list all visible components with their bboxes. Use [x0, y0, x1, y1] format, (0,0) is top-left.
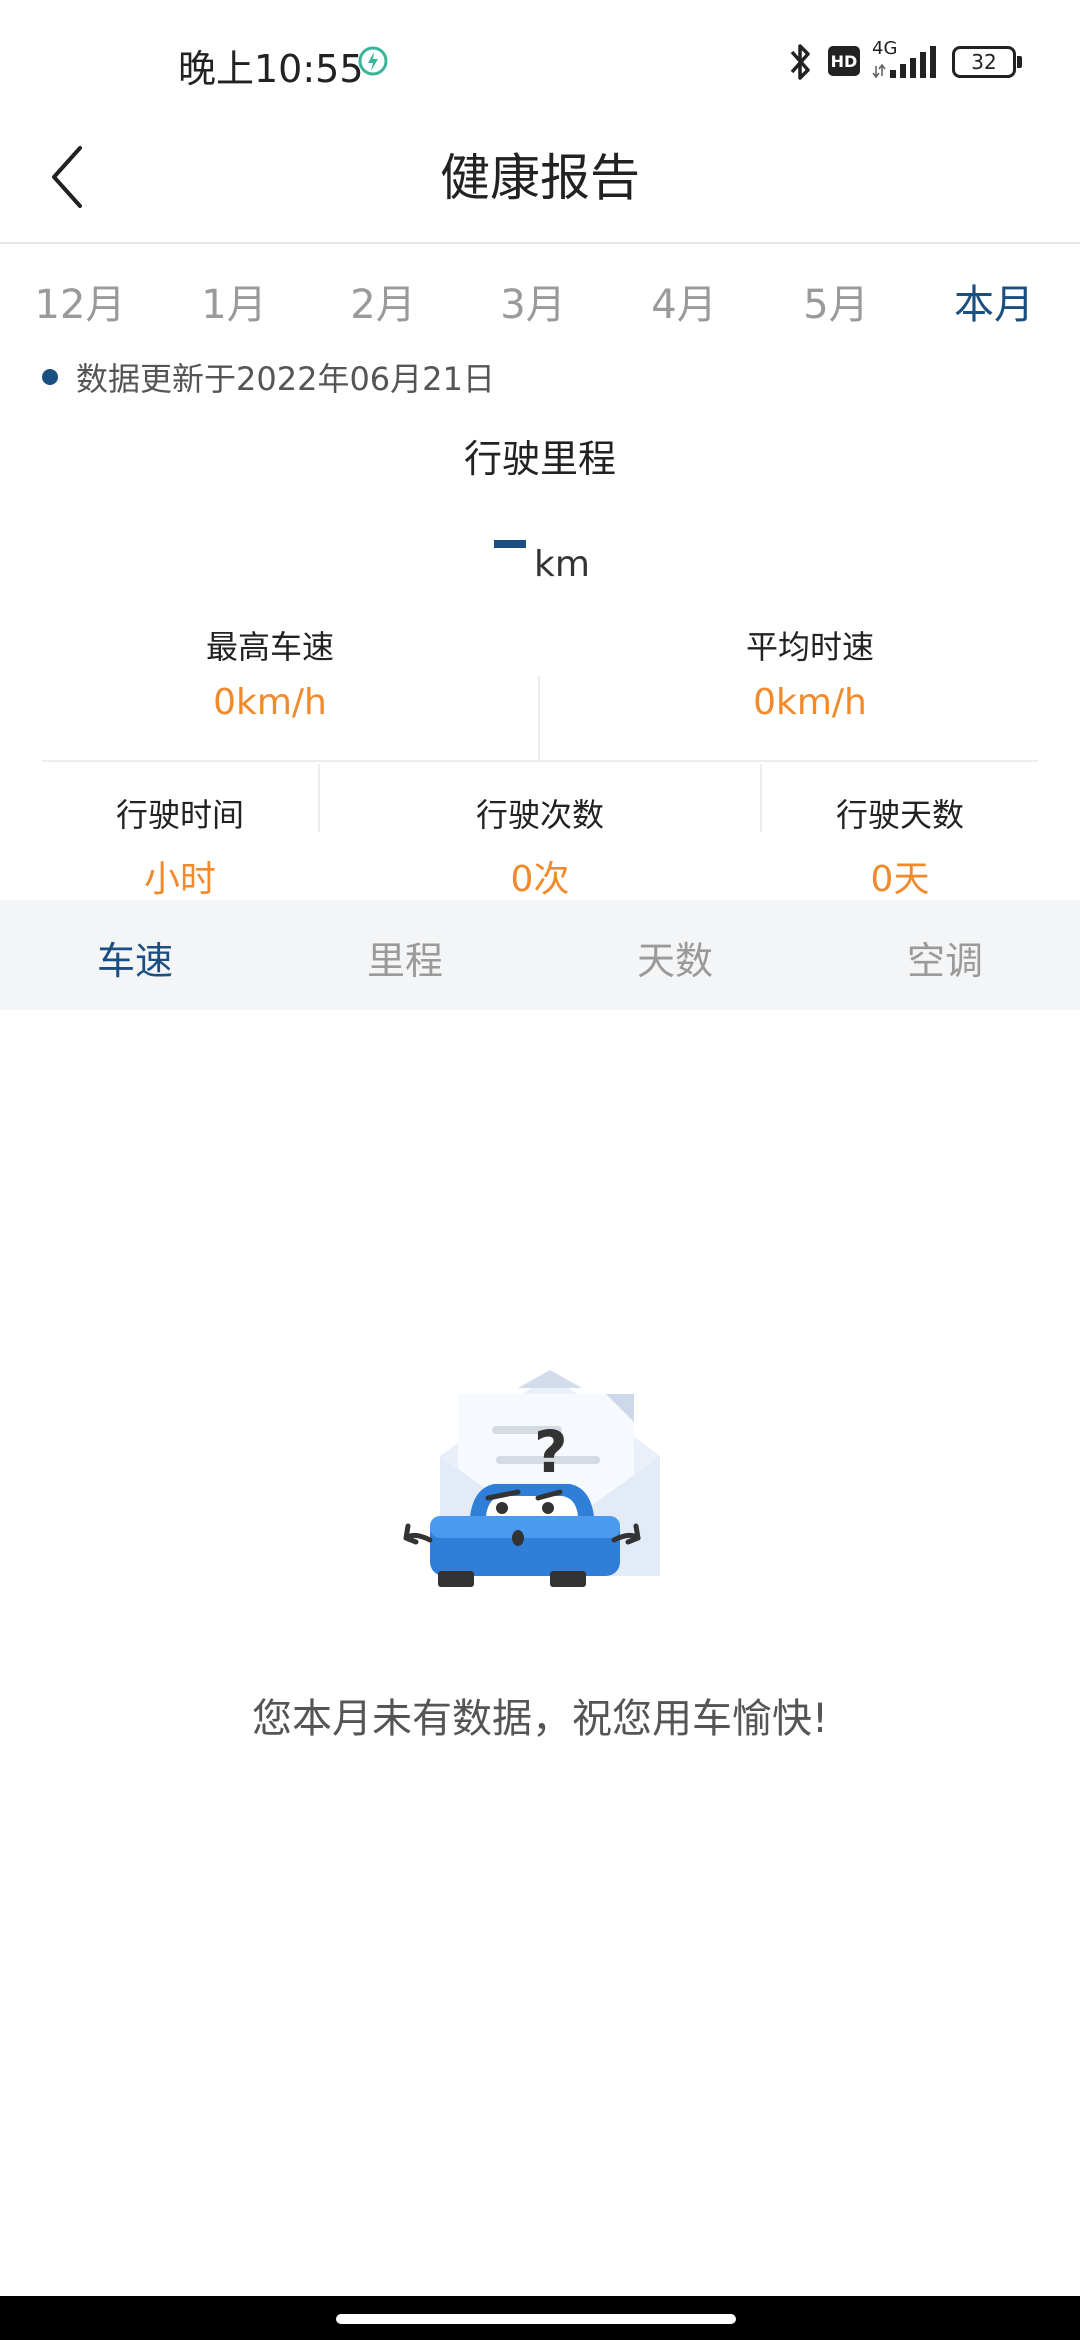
status-bar: 晚上10:55 HD 4G 32	[0, 0, 1080, 120]
stat-value: 0km/h	[213, 682, 327, 723]
mileage-value-empty	[494, 540, 526, 548]
system-nav-bar	[0, 2296, 1080, 2340]
stat-label: 最高车速	[205, 628, 334, 666]
stat-value: 0km/h	[753, 682, 867, 723]
stat-value: 小时	[143, 859, 216, 900]
stat-label: 行驶次数	[475, 796, 604, 834]
month-tab-4[interactable]: 4月	[651, 272, 716, 330]
stat-avg-speed: 平均时速 0km/h	[610, 622, 1010, 723]
mileage-unit: km	[534, 544, 590, 585]
update-dot	[42, 369, 58, 385]
month-tab-2[interactable]: 2月	[350, 272, 415, 330]
status-time: 晚上10:55	[178, 47, 364, 91]
empty-message: 您本月未有数据，祝您用车愉快!	[251, 1696, 829, 1742]
page-title: 健康报告	[440, 149, 640, 207]
category-tabs: 车速 里程 天数 空调	[0, 900, 1080, 1010]
battery-icon: 32	[952, 46, 1022, 78]
stat-drive-count: 行驶次数 0次	[390, 790, 690, 902]
svg-text:?: ?	[534, 1418, 568, 1486]
month-tab-12[interactable]: 12月	[35, 272, 126, 330]
month-tabs: 12月 1月 2月 3月 4月 5月 本月	[0, 262, 1080, 342]
update-text: 数据更新于2022年06月21日	[76, 360, 495, 398]
tab-air-conditioning[interactable]: 空调	[907, 930, 983, 985]
charging-icon	[358, 46, 388, 76]
month-tab-1[interactable]: 1月	[201, 272, 266, 330]
hd-badge: HD	[828, 46, 860, 76]
bluetooth-icon	[790, 44, 810, 80]
divider	[42, 760, 1038, 762]
stat-drive-days: 行驶天数 0天	[750, 790, 1050, 902]
month-tab-current[interactable]: 本月	[954, 272, 1034, 330]
stat-value: 0次	[510, 859, 570, 900]
month-tab-5[interactable]: 5月	[803, 272, 868, 330]
divider	[538, 676, 540, 762]
home-indicator[interactable]	[336, 2314, 736, 2324]
battery-level: 32	[952, 46, 1016, 78]
tab-speed[interactable]: 车速	[97, 930, 173, 985]
stat-value: 0天	[870, 859, 930, 900]
stat-drive-time: 行驶时间 小时	[30, 790, 330, 902]
tab-days[interactable]: 天数	[637, 930, 713, 985]
confused-car-icon: ?	[403, 1370, 660, 1587]
tab-mileage[interactable]: 里程	[367, 930, 443, 985]
month-tab-3[interactable]: 3月	[500, 272, 565, 330]
stat-label: 行驶时间	[115, 796, 244, 834]
signal-icon	[872, 46, 936, 79]
update-info: 数据更新于2022年06月21日	[42, 354, 495, 400]
mileage-title: 行驶里程	[463, 437, 616, 481]
stat-label: 行驶天数	[835, 796, 964, 834]
stat-max-speed: 最高车速 0km/h	[70, 622, 470, 723]
header: 健康报告	[0, 120, 1080, 244]
divider	[318, 764, 320, 832]
stat-label: 平均时速	[745, 628, 874, 666]
